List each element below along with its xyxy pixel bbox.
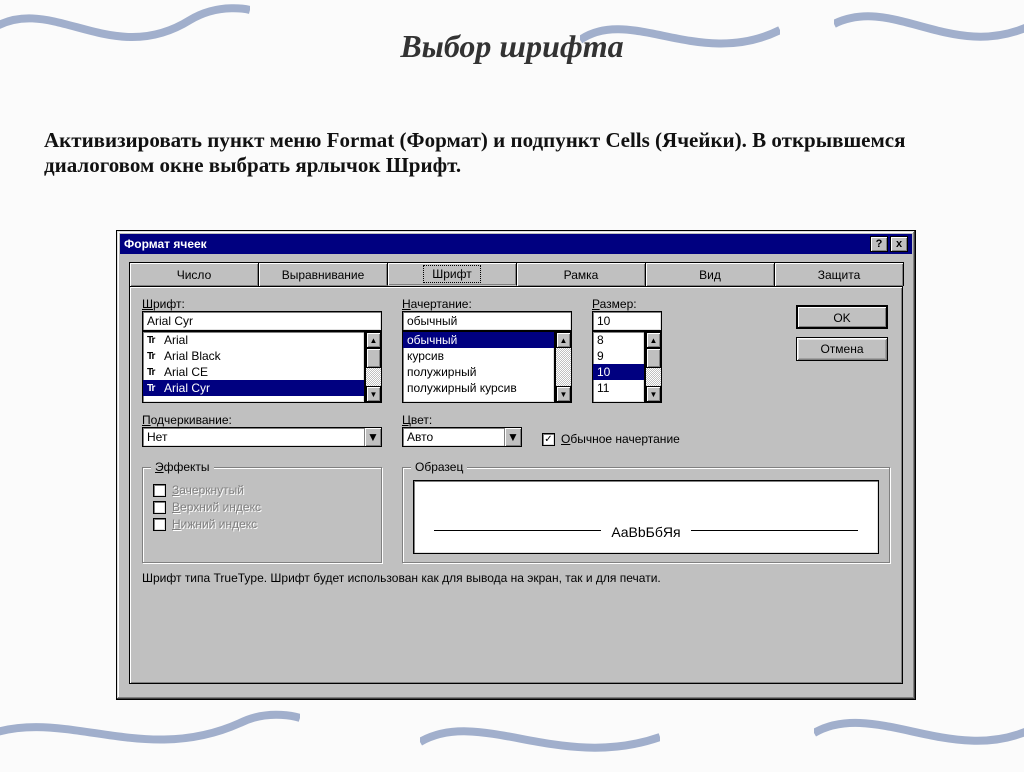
truetype-icon: Tr	[147, 383, 161, 394]
color-label: Цвет:	[402, 413, 522, 427]
underline-combo[interactable]: Нет ▼	[142, 427, 382, 447]
color-value: Авто	[403, 428, 504, 446]
checkbox-icon	[153, 501, 166, 514]
scroll-thumb[interactable]	[366, 348, 381, 368]
truetype-icon: Tr	[147, 351, 161, 362]
style-input[interactable]	[402, 311, 572, 331]
truetype-icon: Tr	[147, 367, 161, 378]
tab-page-font: OK Отмена Шрифт: TrArial TrArial Black T…	[129, 286, 903, 684]
tab-font[interactable]: Шрифт	[387, 262, 517, 286]
cancel-button[interactable]: Отмена	[796, 337, 888, 361]
scroll-down-icon[interactable]: ▼	[646, 386, 661, 402]
checkbox-icon: ✓	[542, 433, 555, 446]
underline-label: Подчеркивание:	[142, 413, 382, 427]
chevron-down-icon[interactable]: ▼	[364, 428, 381, 446]
help-button[interactable]: ?	[870, 236, 888, 252]
size-label: Размер:	[592, 297, 662, 311]
tab-protection[interactable]: Защита	[774, 262, 904, 286]
effects-group: Эффекты Зачеркнутый Верхний индекс Нижни…	[142, 467, 382, 563]
preview-sample: AaBbБбЯя	[611, 524, 680, 543]
strikethrough-checkbox[interactable]: Зачеркнутый	[153, 483, 371, 497]
scroll-down-icon[interactable]: ▼	[366, 386, 381, 402]
close-button[interactable]: x	[890, 236, 908, 252]
preview-box: AaBbБбЯя	[413, 480, 879, 554]
scroll-thumb[interactable]	[646, 348, 661, 368]
superscript-checkbox[interactable]: Верхний индекс	[153, 500, 371, 514]
subscript-checkbox[interactable]: Нижний индекс	[153, 517, 371, 531]
font-listbox[interactable]: TrArial TrArial Black TrArial CE TrArial…	[142, 331, 365, 403]
tab-strip: Число Выравнивание Шрифт Рамка Вид Защит…	[129, 262, 903, 286]
checkbox-icon	[153, 484, 166, 497]
underline-value: Нет	[143, 428, 364, 446]
scroll-up-icon[interactable]: ▲	[556, 332, 571, 348]
tab-pattern[interactable]: Вид	[645, 262, 775, 286]
decor-swoosh	[0, 698, 300, 768]
slide-title: Выбор шрифта	[0, 28, 1024, 65]
chevron-down-icon[interactable]: ▼	[504, 428, 521, 446]
truetype-footnote: Шрифт типа TrueType. Шрифт будет использ…	[142, 571, 890, 585]
format-cells-dialog: Формат ячеек ? x Число Выравнивание Шриф…	[116, 230, 916, 700]
dialog-title: Формат ячеек	[124, 237, 207, 251]
font-scrollbar[interactable]: ▲ ▼	[365, 331, 382, 403]
dialog-titlebar: Формат ячеек ? x	[120, 234, 912, 254]
style-scrollbar[interactable]: ▲ ▼	[555, 331, 572, 403]
decor-swoosh	[420, 712, 660, 772]
size-input[interactable]	[592, 311, 662, 331]
style-label: Начертание:	[402, 297, 572, 311]
checkbox-icon	[153, 518, 166, 531]
ok-button[interactable]: OK	[796, 305, 888, 329]
style-listbox[interactable]: обычный курсив полужирный полужирный кур…	[402, 331, 555, 403]
scroll-down-icon[interactable]: ▼	[556, 386, 571, 402]
size-scrollbar[interactable]: ▲ ▼	[645, 331, 662, 403]
slide-body-text: Активизировать пункт меню Format (Формат…	[44, 128, 964, 178]
tab-alignment[interactable]: Выравнивание	[258, 262, 388, 286]
size-listbox[interactable]: 8 9 10 11	[592, 331, 645, 403]
font-label: Шрифт:	[142, 297, 382, 311]
decor-swoosh	[814, 698, 1024, 768]
scroll-up-icon[interactable]: ▲	[646, 332, 661, 348]
preview-group: Образец AaBbБбЯя	[402, 467, 890, 563]
tab-number[interactable]: Число	[129, 262, 259, 286]
font-input[interactable]	[142, 311, 382, 331]
color-combo[interactable]: Авто ▼	[402, 427, 522, 447]
tab-border[interactable]: Рамка	[516, 262, 646, 286]
scroll-up-icon[interactable]: ▲	[366, 332, 381, 348]
truetype-icon: Tr	[147, 335, 161, 346]
normal-font-checkbox[interactable]: ✓ Обычное начертание	[542, 432, 680, 446]
